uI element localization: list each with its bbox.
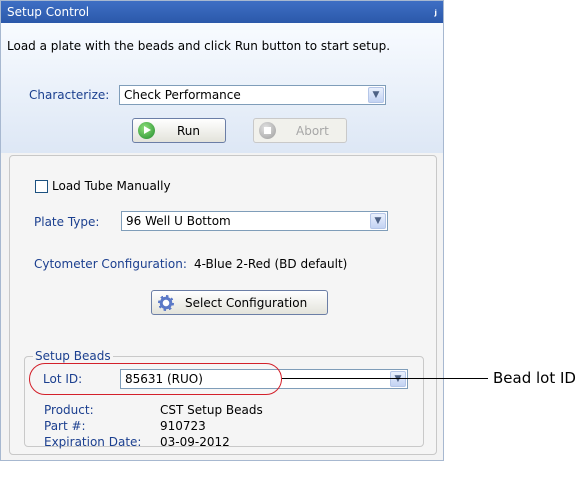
pin-icon[interactable]: ⱼ bbox=[434, 4, 437, 18]
expiration-date-label: Expiration Date: bbox=[44, 435, 142, 449]
run-button[interactable]: Run bbox=[132, 118, 226, 143]
part-number-label: Part #: bbox=[44, 419, 86, 433]
chevron-down-icon[interactable]: ▼ bbox=[390, 371, 406, 387]
abort-label: Abort bbox=[296, 124, 329, 138]
callout-line bbox=[282, 378, 488, 379]
select-configuration-label: Select Configuration bbox=[185, 296, 308, 310]
run-label: Run bbox=[177, 124, 201, 138]
panel-title: Setup Control bbox=[7, 5, 90, 19]
abort-button[interactable]: Abort bbox=[253, 118, 347, 143]
characterize-label: Characterize: bbox=[29, 88, 110, 102]
load-tube-checkbox[interactable] bbox=[35, 180, 48, 193]
stop-icon bbox=[259, 122, 276, 139]
cytometer-config-value: 4-Blue 2-Red (BD default) bbox=[194, 257, 348, 271]
product-label: Product: bbox=[44, 403, 94, 417]
setup-options-area: Load Tube Manually Plate Type: 96 Well U… bbox=[9, 155, 437, 455]
characterize-value: Check Performance bbox=[124, 88, 241, 102]
plate-type-label: Plate Type: bbox=[34, 215, 100, 229]
chevron-down-icon[interactable]: ▼ bbox=[370, 213, 386, 229]
lot-id-highlight bbox=[29, 363, 282, 395]
chevron-down-icon[interactable]: ▼ bbox=[368, 87, 384, 103]
run-icon bbox=[138, 122, 155, 139]
cytometer-config-label: Cytometer Configuration: bbox=[34, 257, 187, 271]
load-tube-label: Load Tube Manually bbox=[52, 179, 171, 193]
expiration-date-value: 03-09-2012 bbox=[160, 435, 230, 449]
panel-titlebar: Setup Control ⱼ bbox=[1, 1, 443, 23]
plate-type-value: 96 Well U Bottom bbox=[126, 214, 231, 228]
part-number-value: 910723 bbox=[160, 419, 206, 433]
characterize-dropdown[interactable]: Check Performance ▼ bbox=[119, 85, 386, 105]
callout-label: Bead lot ID bbox=[493, 369, 576, 387]
plate-type-dropdown[interactable]: 96 Well U Bottom ▼ bbox=[121, 211, 388, 231]
setup-beads-title: Setup Beads bbox=[33, 349, 113, 363]
product-value: CST Setup Beads bbox=[160, 403, 263, 417]
setup-header-area: Load a plate with the beads and click Ru… bbox=[1, 23, 443, 153]
instruction-text: Load a plate with the beads and click Ru… bbox=[7, 39, 391, 53]
select-configuration-button[interactable]: Select Configuration bbox=[151, 290, 328, 315]
gear-icon bbox=[158, 295, 174, 311]
